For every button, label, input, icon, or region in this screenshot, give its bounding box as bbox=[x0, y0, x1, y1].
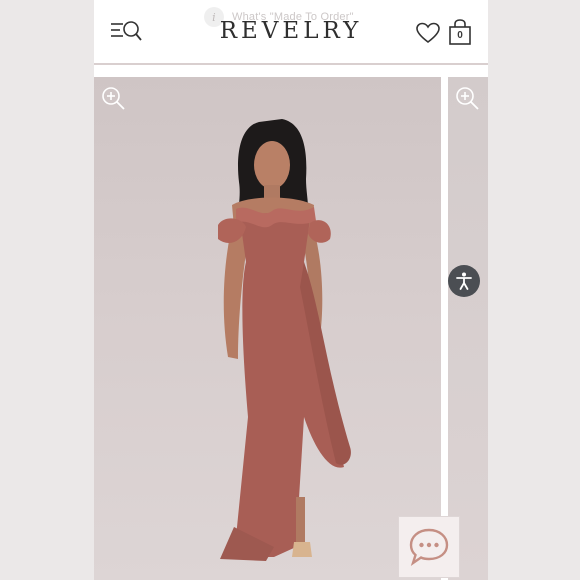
model-in-dress bbox=[218, 119, 351, 561]
chat-bubble-icon bbox=[409, 528, 449, 566]
zoom-in-icon[interactable] bbox=[100, 85, 128, 113]
heart-icon[interactable] bbox=[416, 22, 440, 44]
accessibility-button[interactable] bbox=[448, 265, 480, 297]
right-margin bbox=[488, 0, 580, 580]
left-margin bbox=[0, 0, 94, 580]
header-divider bbox=[94, 63, 488, 65]
chat-button[interactable] bbox=[398, 516, 460, 578]
accessibility-icon bbox=[456, 272, 472, 290]
product-photo-main[interactable] bbox=[94, 77, 441, 580]
phone-screen: i What's "Made To Order" REVELRY 0 bbox=[94, 0, 488, 580]
zoom-in-icon[interactable] bbox=[454, 85, 482, 113]
product-photo-next[interactable] bbox=[448, 77, 488, 580]
bag-count: 0 bbox=[457, 30, 463, 41]
site-header: i What's "Made To Order" REVELRY 0 bbox=[94, 0, 488, 65]
